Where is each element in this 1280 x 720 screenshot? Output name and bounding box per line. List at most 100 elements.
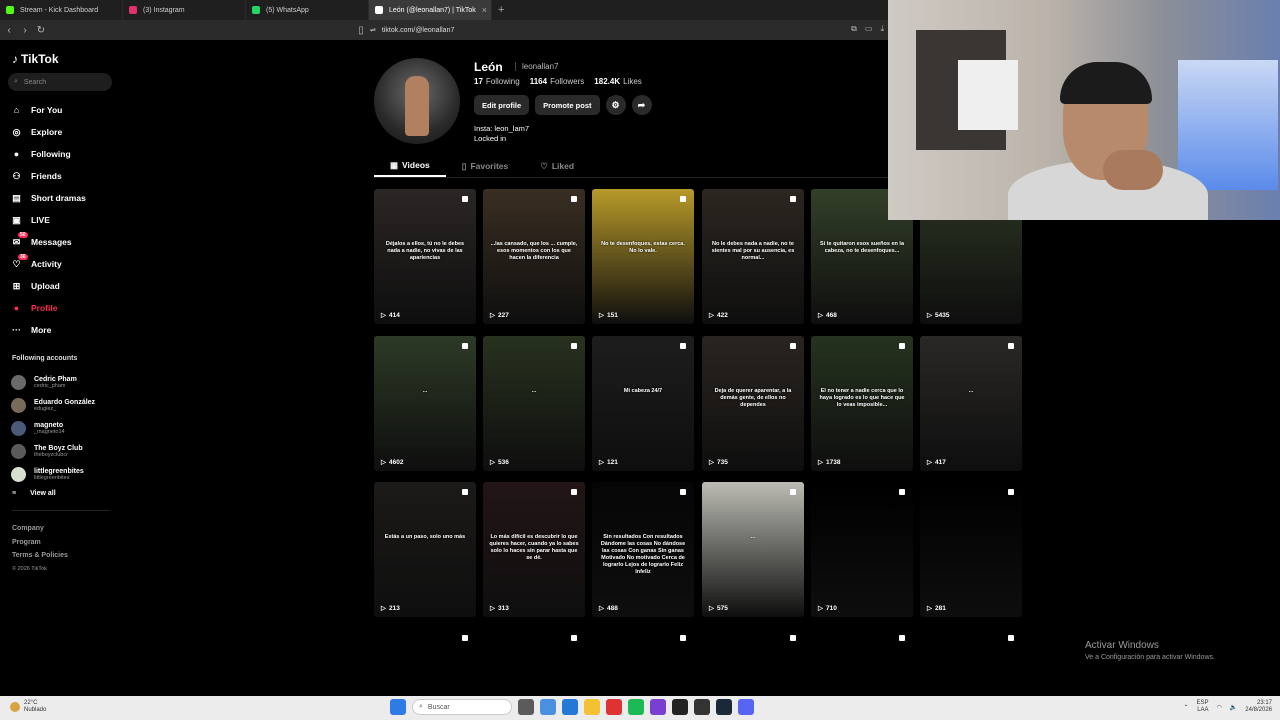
file-explorer-icon[interactable]	[584, 699, 600, 715]
share-icon[interactable]: ➦	[631, 95, 652, 115]
video-thumbnail[interactable]: Sin resultados Con resultados Dándome la…	[592, 482, 694, 617]
following-stat[interactable]: 17 Following	[474, 77, 520, 86]
profile-actions: Edit profile Promote post ⚙ ➦	[474, 95, 652, 115]
steam-icon[interactable]	[716, 699, 732, 715]
video-thumbnail[interactable]: Estás a un paso, solo uno más ▷ 213	[374, 482, 476, 617]
view-count-value: 151	[607, 311, 618, 319]
multi-item-icon	[1008, 489, 1014, 495]
edge-icon[interactable]	[540, 699, 556, 715]
tab-favorites[interactable]: ▯ Favorites	[446, 155, 524, 177]
view-all-link[interactable]: ≡ View all	[12, 490, 56, 497]
sidebar-item-following[interactable]: ● Following	[10, 143, 86, 165]
browser-tab[interactable]: (3) Instagram	[123, 0, 246, 20]
video-thumbnail[interactable]: ... ▷ 417	[920, 336, 1022, 471]
close-tab-icon[interactable]: ×	[482, 5, 487, 15]
sidebar-item-profile[interactable]: ● Profile	[10, 297, 86, 319]
following-account-item[interactable]: Eduardo González eduglez_	[11, 394, 95, 417]
terminal-icon[interactable]	[672, 699, 688, 715]
video-thumbnail[interactable]: ...las cansado, que los ... cumple, esos…	[483, 189, 585, 324]
video-thumbnail[interactable]: Déjalos a ellos, tú no le debes nada a n…	[374, 189, 476, 324]
video-thumbnail[interactable]: No le debes nada a nadie, no te sientes …	[702, 189, 804, 324]
account-name: Eduardo González	[34, 399, 96, 406]
browser-tab[interactable]: (5) WhatsApp	[246, 0, 369, 20]
footer-company[interactable]: Company	[12, 522, 68, 536]
video-thumbnail[interactable]: ... ▷ 536	[483, 336, 585, 471]
sidebar-item-messages[interactable]: ✉ Messages 50	[10, 231, 86, 253]
brave-icon[interactable]	[606, 699, 622, 715]
profile-avatar[interactable]	[374, 58, 460, 144]
volume-icon[interactable]: 🔈	[1230, 704, 1237, 711]
video-caption: Si te quitaron esos sueños en la cabeza,…	[819, 241, 905, 254]
account-handle: littlegreenbites	[34, 475, 70, 481]
footer-terms[interactable]: Terms & Policies	[12, 549, 68, 563]
translate-icon[interactable]: ⧉	[851, 24, 857, 34]
sidebar-item-live[interactable]: ▣ LIVE	[10, 209, 86, 231]
account-name: magneto	[34, 422, 64, 429]
video-thumbnail[interactable]: Deja de querer aparentar, a la demás gen…	[702, 336, 804, 471]
new-tab-button[interactable]: +	[492, 4, 510, 16]
view-count-value: 281	[935, 604, 946, 612]
back-icon[interactable]: ‹	[2, 25, 16, 36]
video-thumbnail[interactable]: Mi cabeza 24/7 ▷ 121	[592, 336, 694, 471]
sidebar-item-activity[interactable]: ♡ Activity 36	[10, 253, 86, 275]
sidebar-item-upload[interactable]: ⊞ Upload	[10, 275, 86, 297]
site-info-icon[interactable]: ⇌	[370, 26, 376, 34]
multi-item-icon	[899, 343, 905, 349]
tab-liked[interactable]: ♡ Liked	[524, 155, 590, 177]
sidebar-item-more[interactable]: ··· More	[10, 319, 86, 341]
search-input[interactable]: ⌕ Search	[8, 73, 112, 91]
download-icon[interactable]: ⤓	[880, 24, 884, 34]
sidebar-item-short-dramas[interactable]: ▤ Short dramas	[10, 187, 86, 209]
following-account-item[interactable]: littlegreenbites littlegreenbites	[11, 463, 95, 486]
tray-chevron-icon[interactable]: ⌃	[1184, 704, 1189, 711]
app-icon[interactable]	[650, 699, 666, 715]
tab-videos[interactable]: ▦ Videos	[374, 155, 446, 177]
play-icon: ▷	[490, 459, 495, 466]
wifi-icon[interactable]: ◠	[1217, 704, 1222, 711]
footer-program[interactable]: Program	[12, 536, 68, 550]
browser-tab[interactable]: León (@leonallan7) | TikTok ×	[369, 0, 492, 20]
tiktok-logo[interactable]: ♪ TikTok	[12, 52, 59, 66]
followers-stat[interactable]: 1164 Followers	[530, 77, 585, 86]
sidebar-item-friends[interactable]: ⚇ Friends	[10, 165, 86, 187]
settings-icon[interactable]: ⚙	[605, 95, 626, 115]
video-thumbnail[interactable]: ... ▷ 575	[702, 482, 804, 617]
url-field[interactable]: ⇌ tiktok.com/@leonallan7	[370, 23, 454, 37]
video-thumbnail[interactable]: El no tener a nadie cerca que lo haya lo…	[811, 336, 913, 471]
discord-icon[interactable]	[738, 699, 754, 715]
sidebar-item-explore[interactable]: ◎ Explore	[10, 121, 86, 143]
view-count: ▷ 414	[381, 311, 400, 320]
video-thumbnail[interactable]: ... ▷ 4602	[374, 336, 476, 471]
reload-icon[interactable]: ↻	[34, 25, 48, 36]
language-indicator[interactable]: ESP LAA	[1197, 700, 1209, 714]
browser-tab[interactable]: Stream - Kick Dashboard	[0, 0, 123, 20]
weather-widget[interactable]: 22°C Nublado	[10, 700, 46, 714]
spotify-icon[interactable]	[628, 699, 644, 715]
bookmark-icon[interactable]: ▯	[354, 25, 368, 36]
play-icon: ▷	[599, 605, 604, 612]
play-icon: ▷	[381, 312, 386, 319]
forward-icon[interactable]: ›	[18, 25, 32, 36]
taskbar-search[interactable]: ⌕ Buscar	[412, 699, 512, 715]
task-view-icon[interactable]	[518, 699, 534, 715]
video-caption: Estás a un paso, solo uno más	[384, 534, 466, 540]
address-bar: ‹ › ↻ ▯ ⇌ tiktok.com/@leonallan7 ⧉ ▭ ⤓	[0, 20, 888, 40]
obs-icon[interactable]	[694, 699, 710, 715]
store-icon[interactable]	[562, 699, 578, 715]
sidebar-item-for-you[interactable]: ⌂ For You	[10, 99, 86, 121]
clock[interactable]: 23:17 24/8/2026	[1245, 700, 1272, 714]
video-thumbnail[interactable]: ▷ 710	[811, 482, 913, 617]
following-account-item[interactable]: magneto _magneto14	[11, 417, 95, 440]
following-account-item[interactable]: The Boyz Club theboyzclubcr	[11, 440, 95, 463]
tiktok-note-icon: ♪	[12, 52, 18, 66]
following-account-item[interactable]: Cedric Pham cedric_pham	[11, 371, 95, 394]
multi-item-icon	[790, 635, 796, 641]
video-thumbnail[interactable]: No te desenfoques, estas cerca. No lo va…	[592, 189, 694, 324]
promote-post-button[interactable]: Promote post	[535, 95, 600, 115]
edit-profile-button[interactable]: Edit profile	[474, 95, 530, 115]
cast-icon[interactable]: ▭	[865, 24, 873, 34]
video-thumbnail[interactable]: ▷ 281	[920, 482, 1022, 617]
video-thumbnail[interactable]: Lo más difícil es descubrir lo que quier…	[483, 482, 585, 617]
heart-icon: ♡	[540, 160, 548, 171]
windows-start-icon[interactable]	[390, 699, 406, 715]
